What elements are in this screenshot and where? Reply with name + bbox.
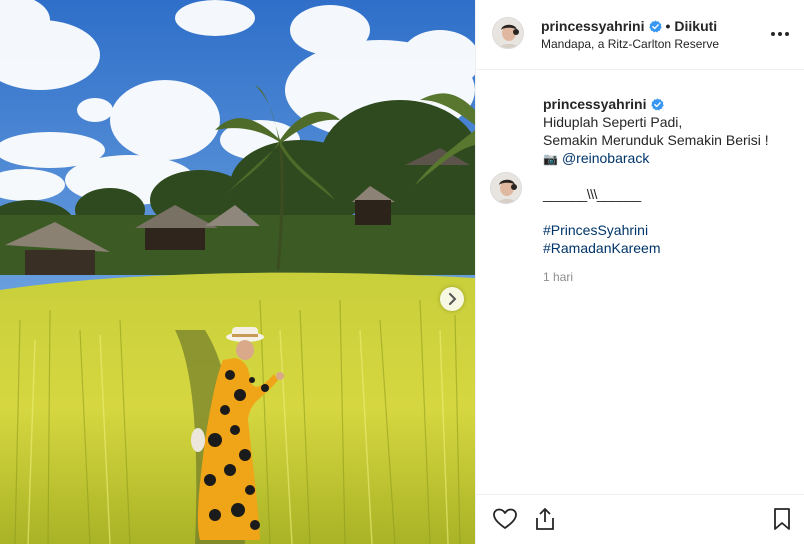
- next-photo-button[interactable]: [440, 287, 464, 311]
- post-header: princessyahrini • Diikuti Mandapa, a Rit…: [476, 0, 804, 70]
- author-avatar[interactable]: [492, 17, 524, 49]
- verified-badge-icon: [650, 97, 664, 110]
- camera-icon: 📷: [543, 152, 558, 166]
- post-photo[interactable]: [0, 0, 475, 544]
- heart-icon[interactable]: [492, 506, 518, 532]
- rice-field-photo: [0, 0, 475, 544]
- hashtag-link-ramadankareem[interactable]: #RamadanKareem: [543, 239, 661, 257]
- hashtag-link-princessyahrini[interactable]: #PrincesSyahrini: [543, 221, 661, 239]
- action-bar: [476, 494, 804, 544]
- bookmark-icon[interactable]: [769, 506, 795, 532]
- photo-credit: 📷 @reinobarack: [543, 149, 793, 168]
- verified-badge-icon: [648, 19, 662, 32]
- caption-line-1: Hiduplah Seperti Padi,: [543, 114, 683, 130]
- share-icon[interactable]: [532, 506, 558, 532]
- post-timestamp: 1 hari: [543, 270, 574, 284]
- credit-mention-link[interactable]: @reinobarack: [562, 150, 649, 166]
- comment-text: ______\\\______: [543, 186, 641, 202]
- comment-avatar[interactable]: [490, 172, 522, 204]
- more-options-icon[interactable]: [768, 24, 792, 44]
- caption-username[interactable]: princessyahrini: [543, 95, 647, 113]
- post-side-panel: princessyahrini • Diikuti Mandapa, a Rit…: [475, 0, 804, 544]
- header-separator: •: [665, 18, 671, 34]
- avatar-image: [491, 173, 521, 203]
- post-caption: princessyahrini Hiduplah Seperti Padi, S…: [543, 95, 793, 168]
- hashtag-list: #PrincesSyahrini #RamadanKareem: [543, 221, 661, 257]
- caption-line-2: Semakin Merunduk Semakin Berisi !: [543, 132, 769, 148]
- follow-status-button[interactable]: Diikuti: [674, 18, 717, 34]
- location-link[interactable]: Mandapa, a Ritz-Carlton Reserve: [541, 37, 719, 51]
- avatar-image: [493, 18, 523, 48]
- chevron-right-icon: [449, 293, 457, 305]
- author-username[interactable]: princessyahrini: [541, 18, 645, 34]
